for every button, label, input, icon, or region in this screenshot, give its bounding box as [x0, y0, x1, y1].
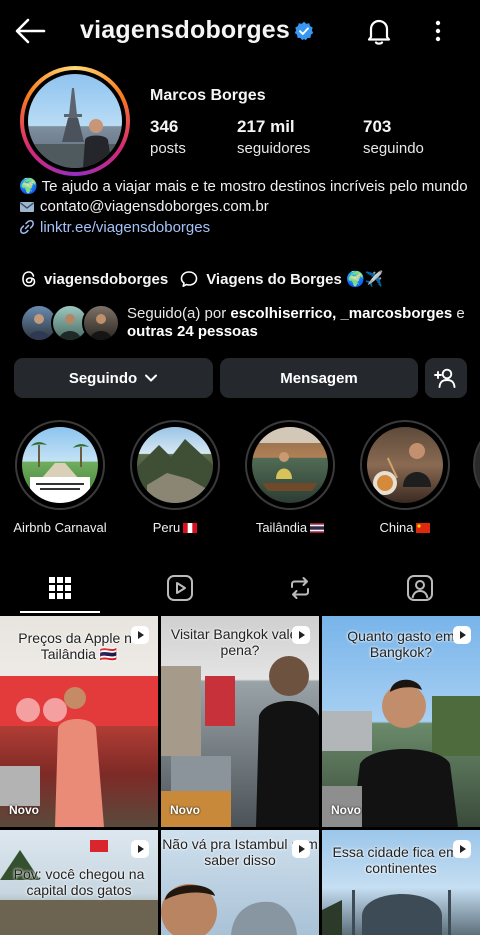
channel-name: Viagens do Borges 🌍✈️ [206, 271, 384, 288]
followed-by-others: outras 24 pessoas [127, 323, 258, 340]
highlight-label: Airbnb Carnaval [13, 520, 107, 535]
bio-email: contato@viagensdoborges.com.br [40, 198, 269, 215]
followers-stat[interactable]: 217 mil seguidores [237, 117, 310, 157]
bio-link-row[interactable]: linktr.ee/viagensdoborges [19, 219, 469, 237]
highlight-label: China [379, 520, 414, 535]
reel-icon [131, 626, 149, 644]
post-thumbnail[interactable]: Não vá pra Istambul sem saber disso [161, 830, 319, 935]
highlight-label: Tailândia [255, 520, 308, 535]
posts-grid: Preços da Apple na Tailândia 🇹🇭 Novo Vis… [0, 616, 480, 935]
profile-bio: 🌍 Te ajudo a viajar mais e te mostro des… [19, 178, 469, 237]
tagged-icon [407, 575, 433, 601]
bio-email-row[interactable]: contato@viagensdoborges.com.br [19, 198, 469, 216]
highlight-cover [137, 427, 213, 503]
peru-flag-icon [183, 523, 198, 533]
highlight-label-row: Tailândia [243, 520, 337, 535]
new-badge: Novo [331, 803, 361, 817]
posts-stat[interactable]: 346 posts [150, 117, 186, 157]
new-badge: Novo [9, 803, 39, 817]
highlight-cover [252, 427, 328, 503]
chevron-down-icon [145, 374, 158, 382]
posts-count: 346 [150, 117, 179, 136]
channel-badge[interactable]: Viagens do Borges 🌍✈️ [180, 270, 383, 288]
china-flag-icon [416, 523, 431, 533]
grid-icon [49, 577, 71, 599]
profile-avatar[interactable] [20, 66, 130, 176]
highlight-peru[interactable]: Peru [128, 420, 222, 535]
post-caption: Pov: você chegou na capital dos gatos [13, 866, 145, 898]
message-button-label: Mensagem [280, 369, 358, 387]
thailand-flag-icon [310, 523, 325, 533]
followed-by-prefix: Seguido(a) por [127, 305, 231, 322]
avatar [82, 304, 120, 342]
post-thumbnail[interactable]: Quanto gasto em Bangkok? Novo [322, 616, 480, 827]
post-thumbnail[interactable]: Visitar Bangkok vale a pena? Novo [161, 616, 319, 827]
more-vertical-icon[interactable] [428, 16, 448, 46]
followers-label: seguidores [237, 140, 311, 157]
message-button[interactable]: Mensagem [220, 358, 418, 398]
profile-username: viagensdoborges [80, 16, 290, 44]
bio-link: linktr.ee/viagensdoborges [40, 219, 211, 236]
add-person-button[interactable] [425, 358, 467, 398]
followed-by-connector: e [456, 305, 465, 322]
following-stat[interactable]: 703 seguindo [363, 117, 424, 157]
posts-label: posts [150, 140, 186, 157]
followed-by-names: escolhiserrico, _marcosborges [230, 305, 453, 322]
following-button[interactable]: Seguindo [14, 358, 213, 398]
add-person-icon [434, 368, 456, 388]
top-bar: viagensdoborges [0, 0, 480, 62]
highlight-label-row: Peru [128, 520, 222, 535]
reels-icon [167, 575, 193, 601]
tab-tagged[interactable] [360, 562, 480, 614]
following-button-label: Seguindo [68, 369, 138, 387]
reel-icon [131, 840, 149, 858]
arrow-left-icon[interactable] [14, 16, 46, 46]
following-count: 703 [363, 117, 392, 136]
reel-icon [292, 626, 310, 644]
tab-reels[interactable] [120, 562, 240, 614]
followers-count: 217 mil [237, 117, 295, 136]
reposts-icon [291, 577, 309, 599]
bell-icon[interactable] [364, 16, 394, 46]
mutual-avatars [20, 303, 120, 343]
highlight-cover [367, 427, 443, 503]
profile-full-name: Marcos Borges [150, 87, 266, 104]
threads-badge[interactable]: viagensdoborges [20, 270, 168, 288]
broadcast-channel-icon [180, 271, 198, 287]
highlight-airbnb-carnaval[interactable]: Airbnb Carnaval [13, 420, 107, 535]
reel-icon [453, 840, 471, 858]
highlight-label: Peru [152, 520, 181, 535]
verified-badge-icon [294, 21, 314, 41]
email-icon [20, 202, 34, 212]
highlight-partial[interactable] [473, 420, 480, 510]
tab-reposts[interactable] [240, 562, 360, 614]
bio-text: 🌍 Te ajudo a viajar mais e te mostro des… [19, 178, 468, 195]
profile-tabs [0, 562, 480, 614]
post-thumbnail[interactable]: Preços da Apple na Tailândia 🇹🇭 Novo [0, 616, 158, 827]
reel-icon [453, 626, 471, 644]
highlight-china[interactable]: China [358, 420, 452, 535]
post-thumbnail[interactable]: Essa cidade fica em 2 continentes [322, 830, 480, 935]
active-tab-indicator [20, 611, 100, 613]
followed-by-text: Seguido(a) por escolhiserrico, _marcosbo… [127, 305, 472, 341]
highlight-label-row: China [358, 520, 452, 535]
reel-icon [292, 840, 310, 858]
post-thumbnail[interactable]: Pov: você chegou na capital dos gatos [0, 830, 158, 935]
threads-handle: viagensdoborges [44, 270, 169, 288]
highlight-tailandia[interactable]: Tailândia [243, 420, 337, 535]
following-label: seguindo [363, 140, 424, 157]
threads-icon [22, 271, 36, 287]
followed-by-row[interactable]: Seguido(a) por escolhiserrico, _marcosbo… [20, 303, 470, 343]
highlight-cover [22, 427, 98, 503]
tab-grid[interactable] [0, 562, 120, 614]
new-badge: Novo [170, 803, 200, 817]
linked-accounts-row: viagensdoborges Viagens do Borges 🌍✈️ [20, 268, 395, 290]
link-icon [20, 220, 34, 234]
